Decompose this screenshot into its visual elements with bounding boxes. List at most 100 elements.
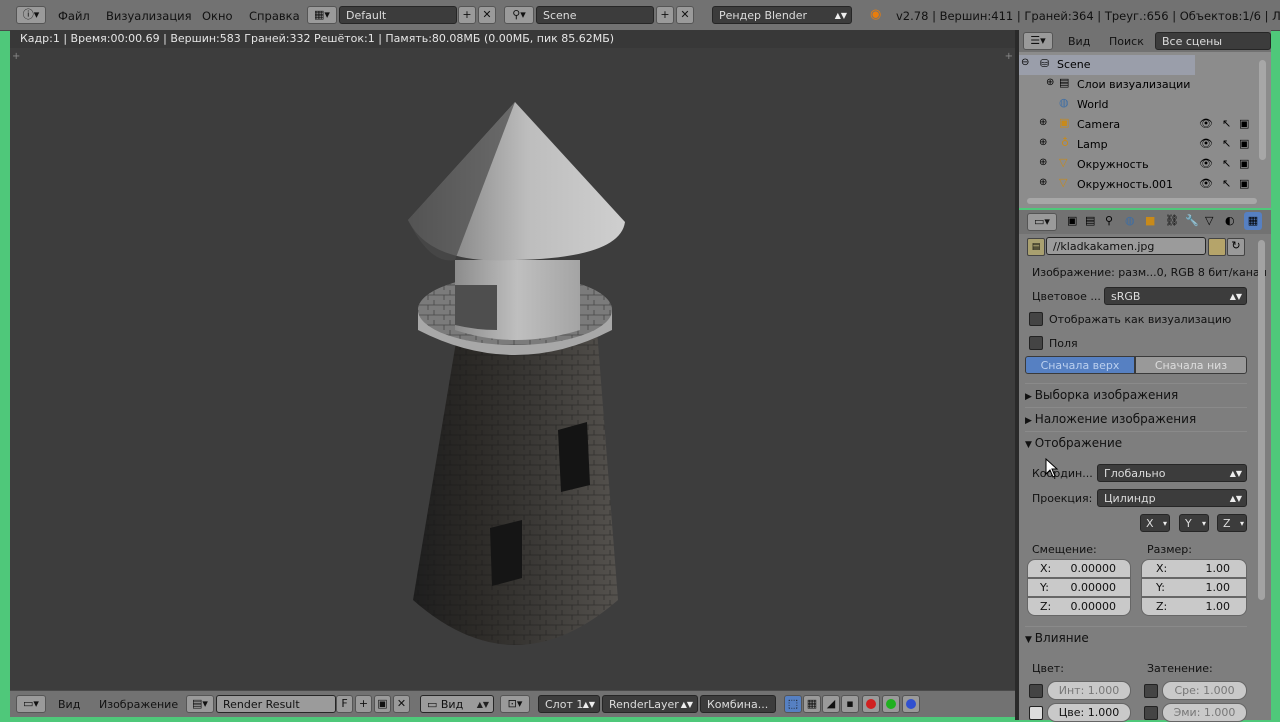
view-mode-select[interactable]: ▭ Вид ▲▼ <box>420 695 494 713</box>
axis-y-select[interactable]: Y ▾ <box>1179 514 1209 532</box>
outliner-filter-select[interactable]: Все сцены <box>1155 32 1271 50</box>
expand-icon[interactable]: ⊕ <box>1039 157 1047 168</box>
screen-close-icon[interactable]: ✕ <box>478 6 496 24</box>
outliner-row-render-layers[interactable]: ⊕ ▤ Слои визуализации <box>1019 75 1255 95</box>
size-z-field[interactable]: Z: 1.00 <box>1141 597 1247 616</box>
scene-tab-icon[interactable]: ⚲ <box>1105 214 1113 227</box>
color-field[interactable]: Цве: 1.000 <box>1047 703 1131 722</box>
menu-render[interactable]: Визуализация <box>106 9 192 23</box>
scene-close-icon[interactable]: ✕ <box>676 6 694 24</box>
object-tab-icon[interactable]: ■ <box>1145 214 1155 227</box>
fake-user-button[interactable]: F <box>336 695 353 713</box>
show-as-render-checkbox[interactable] <box>1029 312 1043 326</box>
offset-y-field[interactable]: Y: 0.00000 <box>1027 578 1131 597</box>
emit-field[interactable]: Эми: 1.000 <box>1162 703 1247 722</box>
slot-select[interactable]: Слот 1 ▲▼ <box>538 695 600 713</box>
panel-image-sampling[interactable]: ▶ Выборка изображения <box>1025 383 1247 406</box>
scene-field[interactable]: Scene <box>536 6 654 24</box>
data-tab-icon[interactable]: ▽ <box>1205 214 1213 227</box>
cursor-select-icon[interactable]: ↖ <box>1222 137 1231 150</box>
outliner-row-world[interactable]: ◍ World <box>1019 95 1255 115</box>
size-y-field[interactable]: Y: 1.00 <box>1141 578 1247 597</box>
intensity-field[interactable]: Инт: 1.000 <box>1047 681 1131 700</box>
panel-image-overlay[interactable]: ▶ Наложение изображения <box>1025 407 1247 430</box>
channel-red-icon[interactable] <box>862 695 880 713</box>
render-camera-icon[interactable]: ▣ <box>1239 157 1249 170</box>
menu-help[interactable]: Справка <box>249 9 300 23</box>
pivot-icon[interactable]: ⊡▾ <box>500 695 530 713</box>
outliner-row-circle[interactable]: ⊕ ▽ Окружность <box>1019 155 1255 175</box>
projection-select[interactable]: Цилиндр ▲▼ <box>1097 489 1247 507</box>
render-camera-icon[interactable]: ▣ <box>1239 177 1249 190</box>
properties-scrollbar[interactable] <box>1258 240 1265 600</box>
expand-icon[interactable]: ⊕ <box>1046 77 1054 88</box>
render-engine-select[interactable]: Рендер Blender ▲▼ <box>712 6 852 24</box>
axis-x-select[interactable]: X ▾ <box>1140 514 1170 532</box>
outliner-row-scene[interactable]: ⊖ ⛁ Scene <box>1019 55 1195 75</box>
menu-window[interactable]: Окно <box>202 9 233 23</box>
image-editor-type-icon[interactable]: ▭▾ <box>16 695 46 713</box>
reload-icon[interactable]: ↻ <box>1227 238 1245 256</box>
outliner-menu-view[interactable]: Вид <box>1068 35 1090 48</box>
screen-layout-icon[interactable]: ▦▾ <box>307 6 337 24</box>
render-camera-icon[interactable]: ▣ <box>1239 117 1249 130</box>
outliner-row-camera[interactable]: ⊕ ▣ Camera <box>1019 115 1255 135</box>
open-folder-icon[interactable] <box>1208 238 1226 256</box>
outliner-editor-icon[interactable]: ☰▾ <box>1023 32 1053 50</box>
new-image-icon[interactable]: + <box>355 695 372 713</box>
expand-icon[interactable]: ⊕ <box>1039 177 1047 188</box>
image-viewport[interactable]: Кадр:1 | Время:00:00.69 | Вершин:583 Гра… <box>10 30 1015 690</box>
image-menu-view[interactable]: Вид <box>58 698 80 711</box>
color-checkbox[interactable] <box>1029 706 1043 720</box>
intensity-checkbox[interactable] <box>1029 684 1043 698</box>
emit-checkbox[interactable] <box>1144 706 1158 720</box>
unlink-image-icon[interactable]: ✕ <box>393 695 410 713</box>
display-alpha-icon[interactable]: ▦ <box>803 695 821 713</box>
outliner-row-circle-001[interactable]: ⊕ ▽ Окружность.001 <box>1019 175 1255 195</box>
outliner-hscrollbar[interactable] <box>1027 198 1257 204</box>
outliner-menu-search[interactable]: Поиск <box>1109 35 1144 48</box>
render-tab-icon[interactable]: ▣ <box>1067 214 1077 227</box>
render-camera-icon[interactable]: ▣ <box>1239 137 1249 150</box>
panel-influence[interactable]: ▼ Влияние <box>1025 626 1247 649</box>
env-field[interactable]: Сре: 1.000 <box>1162 681 1247 700</box>
render-layer-select[interactable]: RenderLayer ▲▼ <box>602 695 698 713</box>
eye-icon[interactable]: 👁 <box>1199 117 1213 130</box>
eye-icon[interactable]: 👁 <box>1199 137 1213 150</box>
outliner-row-lamp[interactable]: ⊕ ♁ Lamp <box>1019 135 1255 155</box>
world-tab-icon[interactable]: ◍ <box>1125 214 1135 227</box>
size-x-field[interactable]: X: 1.00 <box>1141 559 1247 578</box>
image-name-field[interactable]: Render Result <box>216 695 336 713</box>
screen-layout-field[interactable]: Default <box>339 6 457 24</box>
properties-editor-icon[interactable]: ▭▾ <box>1027 213 1057 231</box>
open-image-icon[interactable]: ▣ <box>374 695 391 713</box>
texture-tab-icon[interactable]: ▦ <box>1244 212 1262 230</box>
collapse-icon[interactable]: ⊖ <box>1021 57 1029 68</box>
channel-green-icon[interactable] <box>882 695 900 713</box>
cursor-select-icon[interactable]: ↖ <box>1222 177 1231 190</box>
field-order-bottom-button[interactable]: Сначала низ <box>1135 356 1247 374</box>
material-tab-icon[interactable]: ◐ <box>1225 214 1235 227</box>
image-menu-image[interactable]: Изображение <box>99 698 178 711</box>
env-checkbox[interactable] <box>1144 684 1158 698</box>
offset-x-field[interactable]: X: 0.00000 <box>1027 559 1131 578</box>
cursor-select-icon[interactable]: ↖ <box>1222 117 1231 130</box>
render-pass-select[interactable]: Комбина... <box>700 695 776 713</box>
cursor-select-icon[interactable]: ↖ <box>1222 157 1231 170</box>
modifiers-tab-icon[interactable]: 🔧 <box>1185 214 1199 227</box>
display-rgb-alpha-icon[interactable]: ⬚ <box>784 695 802 713</box>
display-channels-icon[interactable]: ▪ <box>841 695 859 713</box>
editor-type-info-button[interactable]: ⓘ▾ <box>16 6 46 24</box>
image-browse-icon[interactable]: ▤▾ <box>186 695 214 713</box>
fields-checkbox[interactable] <box>1029 336 1043 350</box>
channel-blue-icon[interactable] <box>902 695 920 713</box>
screen-add-icon[interactable]: + <box>458 6 476 24</box>
constraints-tab-icon[interactable]: ⛓ <box>1165 214 1179 227</box>
coords-select[interactable]: Глобально ▲▼ <box>1097 464 1247 482</box>
outliner-scrollbar[interactable] <box>1259 60 1266 160</box>
axis-z-select[interactable]: Z ▾ <box>1217 514 1247 532</box>
eye-icon[interactable]: 👁 <box>1199 157 1213 170</box>
scene-add-icon[interactable]: + <box>656 6 674 24</box>
display-z-icon[interactable]: ◢ <box>822 695 840 713</box>
color-space-select[interactable]: sRGB ▲▼ <box>1104 287 1247 305</box>
